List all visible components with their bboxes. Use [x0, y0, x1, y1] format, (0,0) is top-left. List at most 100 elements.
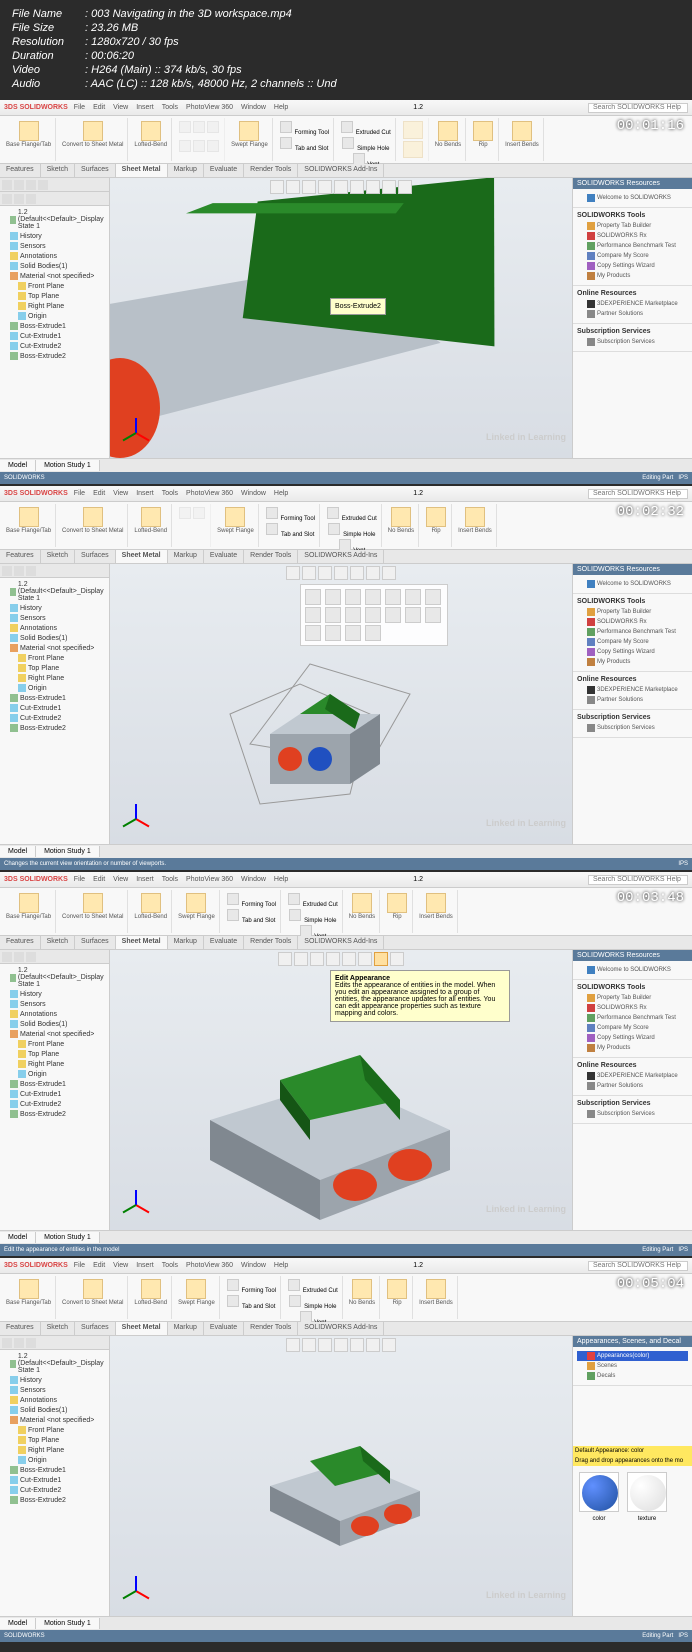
- tab-sheet-metal[interactable]: Sheet Metal: [116, 164, 168, 177]
- menu-insert[interactable]: Insert: [136, 104, 154, 111]
- edit-appearance-tooltip: Edit Appearance Edits the appearance of …: [330, 970, 510, 1022]
- solidworks-logo: 3DS SOLIDWORKS: [4, 104, 68, 111]
- search-input[interactable]: [588, 489, 688, 499]
- 3d-model-small: [240, 1416, 440, 1566]
- copy-settings-link[interactable]: Copy Settings Wizard: [577, 261, 688, 271]
- tree-material[interactable]: Material <not specified>: [2, 271, 107, 281]
- drag-hint: Drag and drop appearances onto the mo: [573, 1456, 692, 1466]
- marketplace-link[interactable]: 3DEXPERIENCE Marketplace: [577, 299, 688, 309]
- color-thumb[interactable]: [579, 1472, 619, 1512]
- axis-triad: [120, 1190, 150, 1220]
- tab-evaluate[interactable]: Evaluate: [204, 164, 244, 177]
- simple-hole-btn[interactable]: [342, 137, 354, 149]
- default-appearance-label: Default Appearance: color: [573, 1446, 692, 1456]
- menu-window[interactable]: Window: [241, 104, 266, 111]
- model-tab[interactable]: Model: [0, 460, 36, 471]
- tree-front-plane[interactable]: Front Plane: [2, 281, 107, 291]
- search-input[interactable]: [588, 103, 688, 113]
- tree-right-plane[interactable]: Right Plane: [2, 301, 107, 311]
- partner-link[interactable]: Partner Solutions: [577, 309, 688, 319]
- compare-link[interactable]: Compare My Score: [577, 251, 688, 261]
- motion-tab[interactable]: Motion Study 1: [36, 460, 100, 471]
- no-bends-btn[interactable]: [438, 121, 458, 141]
- tab-features[interactable]: Features: [0, 164, 41, 177]
- 3d-viewport[interactable]: Linked in Learning: [110, 1336, 572, 1616]
- watermark: Linked in Learning: [486, 432, 566, 442]
- menu-photoview[interactable]: PhotoView 360: [186, 104, 233, 111]
- tree-root[interactable]: 1.2 (Default<<Default>_Display State 1: [2, 208, 107, 231]
- menu-bar: File Edit View Insert Tools PhotoView 36…: [74, 104, 289, 111]
- screenshot-3: 00:03:48 3DS SOLIDWORKS FileEditViewInse…: [0, 872, 692, 1256]
- appearance-panel: Appearances, Scenes, and Decal Appearanc…: [572, 1336, 692, 1616]
- tab-slot-btn[interactable]: [280, 137, 292, 149]
- axis-triad: [120, 418, 150, 448]
- tab-surfaces[interactable]: Surfaces: [75, 164, 116, 177]
- tab-render[interactable]: Render Tools: [244, 164, 298, 177]
- timestamp-1: 00:01:16: [617, 118, 684, 134]
- my-products-link[interactable]: My Products: [577, 271, 688, 281]
- feature-tree: 1.2 (Default<<Default>_Display State 1 H…: [0, 206, 109, 363]
- hover-tooltip: Boss-Extrude2: [330, 298, 386, 315]
- resources-header: SOLIDWORKS Resources: [573, 178, 692, 189]
- menu-view[interactable]: View: [113, 104, 128, 111]
- forming-tool-btn[interactable]: [280, 121, 292, 133]
- property-tab-link[interactable]: Property Tab Builder: [577, 221, 688, 231]
- tree-cut-extrude2[interactable]: Cut-Extrude2: [2, 341, 107, 351]
- status-bar: SOLIDWORKSEditing Part IPS: [0, 472, 692, 484]
- decals-tree[interactable]: Decals: [577, 1371, 688, 1381]
- ribbon: Base Flange/Tab Convert to Sheet Metal L…: [0, 116, 692, 164]
- subscription-link[interactable]: Subscription Services: [577, 337, 688, 347]
- extruded-cut-btn[interactable]: [341, 121, 353, 133]
- welcome-link[interactable]: Welcome to SOLIDWORKS: [577, 193, 688, 203]
- tree-top-plane[interactable]: Top Plane: [2, 291, 107, 301]
- texture-thumb[interactable]: [627, 1472, 667, 1512]
- appearance-header: Appearances, Scenes, and Decal: [573, 1336, 692, 1347]
- tree-icon-btn[interactable]: [2, 180, 12, 190]
- axis-triad: [120, 1576, 150, 1606]
- tree-boss-extrude2[interactable]: Boss-Extrude2: [2, 351, 107, 361]
- screenshot-2: 00:02:32 3DS SOLIDWORKS FileEditViewInse…: [0, 486, 692, 870]
- menu-file[interactable]: File: [74, 104, 85, 111]
- swept-flange-btn[interactable]: [239, 121, 259, 141]
- tab-addins[interactable]: SOLIDWORKS Add-Ins: [298, 164, 384, 177]
- timestamp-4: 00:05:04: [617, 1276, 684, 1292]
- menu-tools[interactable]: Tools: [162, 104, 178, 111]
- timestamp-2: 00:02:32: [617, 504, 684, 520]
- tree-sensors[interactable]: Sensors: [2, 241, 107, 251]
- feature-tree-panel: 1.2 (Default<<Default>_Display State 1 H…: [0, 178, 110, 458]
- vp-zoom-icon[interactable]: [270, 180, 284, 194]
- edit-appearance-btn[interactable]: [374, 952, 388, 966]
- 3d-viewport[interactable]: Boss-Extrude2 Linked in Learning: [110, 178, 572, 458]
- tree-boss-extrude1[interactable]: Boss-Extrude1: [2, 321, 107, 331]
- lofted-bend-btn[interactable]: [141, 121, 161, 141]
- tree-cut-extrude1[interactable]: Cut-Extrude1: [2, 331, 107, 341]
- tab-sketch[interactable]: Sketch: [41, 164, 75, 177]
- axis-triad: [120, 804, 150, 834]
- benchmark-link[interactable]: Performance Benchmark Test: [577, 241, 688, 251]
- tree-origin[interactable]: Origin: [2, 311, 107, 321]
- tab-markup[interactable]: Markup: [168, 164, 204, 177]
- menu-edit[interactable]: Edit: [93, 104, 105, 111]
- tree-solid-bodies[interactable]: Solid Bodies(1): [2, 261, 107, 271]
- tree-annotations[interactable]: Annotations: [2, 251, 107, 261]
- base-flange-btn[interactable]: [19, 121, 39, 141]
- view-orientation-popup[interactable]: [300, 584, 448, 646]
- view-front[interactable]: [305, 589, 321, 605]
- 3d-viewport[interactable]: Linked in Learning: [110, 564, 572, 844]
- 3d-viewport[interactable]: Edit Appearance Edits the appearance of …: [110, 950, 572, 1230]
- insert-bends-btn[interactable]: [512, 121, 532, 141]
- sw-rx-link[interactable]: SOLIDWORKS Rx: [577, 231, 688, 241]
- command-tabs: Features Sketch Surfaces Sheet Metal Mar…: [0, 164, 692, 178]
- 3d-model: [170, 1010, 470, 1220]
- viewport-toolbar: [270, 180, 412, 194]
- bottom-tabs: Model Motion Study 1: [0, 458, 692, 472]
- screenshot-1: 00:01:16 3DS SOLIDWORKS File Edit View I…: [0, 100, 692, 484]
- tree-history[interactable]: History: [2, 231, 107, 241]
- convert-sheet-btn[interactable]: [83, 121, 103, 141]
- rip-btn[interactable]: [473, 121, 493, 141]
- file-info-header: File Name : 003 Navigating in the 3D wor…: [0, 0, 692, 100]
- scenes-tree[interactable]: Scenes: [577, 1361, 688, 1371]
- model-with-selector: [170, 644, 450, 834]
- menu-help[interactable]: Help: [274, 104, 288, 111]
- appearances-tree[interactable]: Appearances(color): [577, 1351, 688, 1361]
